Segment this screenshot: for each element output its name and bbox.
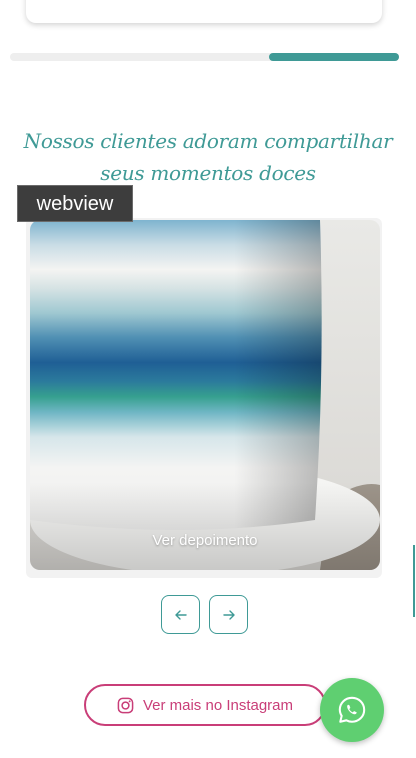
testimonial-cake-image[interactable] xyxy=(30,220,380,570)
webview-badge: webview xyxy=(17,185,133,222)
carousel-prev-button[interactable] xyxy=(161,595,200,634)
cake-illustration xyxy=(30,220,380,570)
arrow-left-icon xyxy=(174,609,187,620)
section-heading: Nossos clientes adoram compartilhar seus… xyxy=(23,129,393,185)
scroll-indicator xyxy=(413,545,415,617)
instagram-button-label: Ver mais no Instagram xyxy=(142,696,294,714)
instagram-icon xyxy=(117,697,134,713)
instagram-button[interactable]: Ver mais no Instagram xyxy=(84,684,326,726)
whatsapp-icon xyxy=(338,696,366,723)
carousel-next-button[interactable] xyxy=(209,595,248,634)
previous-section-card xyxy=(26,0,382,23)
see-testimonial-link[interactable]: Ver depoimento xyxy=(30,532,380,549)
carousel-progress-fill xyxy=(269,53,399,61)
arrow-right-icon xyxy=(222,609,235,620)
whatsapp-button[interactable] xyxy=(320,678,384,742)
